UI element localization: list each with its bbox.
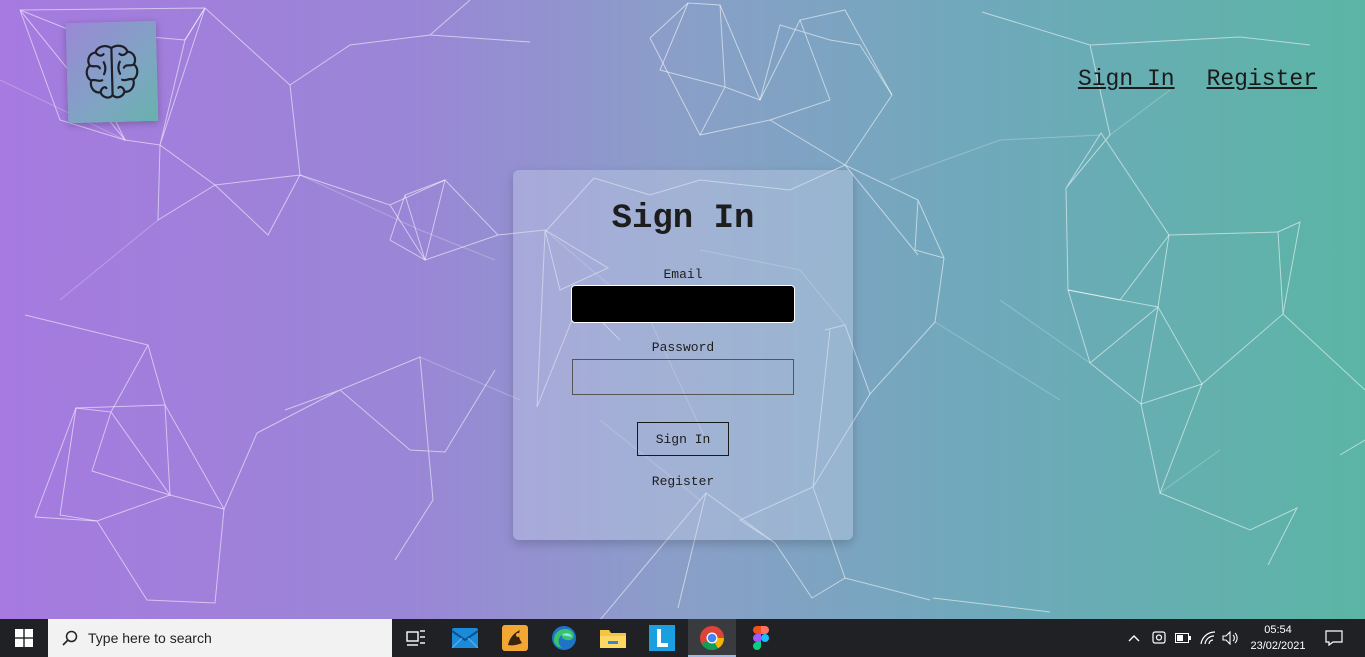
battery-icon — [1175, 633, 1191, 643]
wifi-tray-button[interactable] — [1198, 619, 1218, 657]
register-link[interactable]: Register — [513, 474, 853, 489]
chevron-up-icon — [1128, 635, 1140, 642]
task-view-button[interactable] — [392, 619, 440, 657]
page-background: Sign In Register Sign In Email Password … — [0, 0, 1365, 619]
taskbar-clock[interactable]: 05:54 23/02/2021 — [1244, 622, 1312, 654]
figma-app-button[interactable] — [737, 619, 785, 657]
chrome-icon — [700, 626, 724, 651]
sign-in-button[interactable]: Sign In — [637, 422, 729, 456]
sign-in-title: Sign In — [611, 200, 755, 238]
orange-app-button[interactable] — [491, 619, 539, 657]
edge-icon — [552, 626, 576, 650]
wifi-icon — [1200, 631, 1216, 645]
volume-tray-button[interactable] — [1221, 619, 1241, 657]
show-hidden-icons-button[interactable] — [1125, 619, 1143, 657]
start-icon — [15, 629, 33, 647]
edge-browser-button[interactable] — [540, 619, 588, 657]
volume-icon — [1222, 631, 1238, 645]
mail-icon — [452, 628, 478, 648]
l-app-icon — [649, 625, 675, 651]
nav-sign-in-link[interactable]: Sign In — [1078, 66, 1175, 92]
password-field[interactable] — [572, 359, 794, 395]
file-explorer-icon — [600, 630, 626, 648]
webcam-icon — [1152, 631, 1166, 644]
password-label: Password — [651, 340, 715, 355]
top-nav: Sign In Register — [1078, 66, 1317, 92]
action-center-button[interactable] — [1318, 619, 1350, 657]
search-icon — [62, 630, 78, 646]
notification-icon — [1325, 630, 1343, 646]
search-placeholder: Type here to search — [88, 630, 212, 646]
brain-icon — [85, 44, 139, 99]
battery-tray-button[interactable] — [1173, 619, 1193, 657]
email-label: Email — [663, 267, 703, 282]
taskbar-search-box[interactable]: Type here to search — [48, 619, 392, 657]
file-explorer-button[interactable] — [589, 619, 637, 657]
webcam-tray-button[interactable] — [1149, 619, 1169, 657]
mail-app-button[interactable] — [441, 619, 489, 657]
l-app-button[interactable] — [638, 619, 686, 657]
logo[interactable] — [65, 20, 159, 124]
app-icon — [502, 625, 528, 651]
start-button[interactable] — [0, 619, 48, 657]
nav-register-link[interactable]: Register — [1207, 66, 1317, 92]
windows-taskbar: Type here to search 05:54 23/02/2021 — [0, 619, 1365, 657]
task-view-icon — [406, 630, 425, 646]
chrome-browser-button[interactable] — [688, 619, 736, 657]
figma-icon — [753, 626, 769, 650]
email-field[interactable] — [571, 285, 795, 323]
clock-date: 23/02/2021 — [1250, 640, 1306, 652]
clock-time: 05:54 — [1264, 624, 1292, 636]
